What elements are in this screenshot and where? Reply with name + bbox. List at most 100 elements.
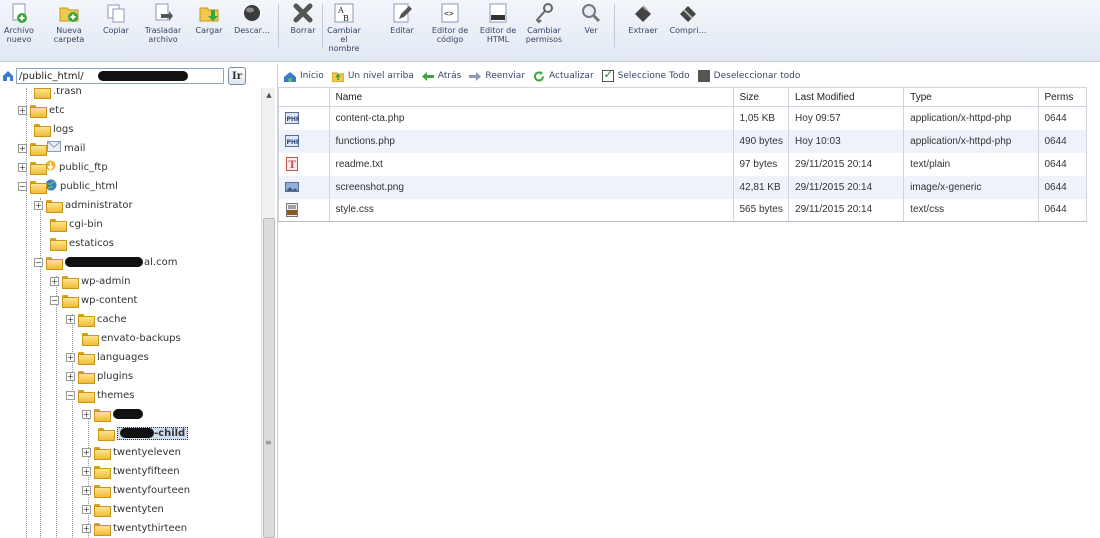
copy-button[interactable]: Copiar xyxy=(100,2,132,35)
tree-item-twentyfifteen[interactable]: + twentyfifteen xyxy=(82,462,180,480)
go-button[interactable]: Ir xyxy=(228,67,246,85)
home-button[interactable]: Inicio xyxy=(284,71,324,82)
tree-guide-line xyxy=(56,276,57,538)
table-row[interactable]: screenshot.png 42,81 KB 29/11/2015 20:14… xyxy=(278,175,1087,199)
file-name[interactable]: readme.txt xyxy=(328,152,734,176)
view-button[interactable]: Ver xyxy=(578,2,604,35)
column-header-last-modified[interactable]: Last Modified xyxy=(788,87,905,107)
navigation-bar: Inicio Un nivel arriba Atrás Reenviar Ac… xyxy=(278,66,1100,86)
expand-icon[interactable]: + xyxy=(66,314,75,324)
tree-item-envato-backups[interactable]: envato-backups xyxy=(70,329,181,347)
redacted-mark xyxy=(98,71,188,81)
tree-item-redacted-theme[interactable]: + xyxy=(82,405,143,423)
tree-item-administrator[interactable]: + administrator xyxy=(34,196,133,214)
extract-button[interactable]: Extraer xyxy=(624,2,662,35)
file-name[interactable]: style.css xyxy=(328,198,734,222)
tree-item-label-text: -child xyxy=(154,427,186,439)
deselect-all-button[interactable]: Deseleccionar todo xyxy=(697,70,800,82)
expand-icon[interactable]: + xyxy=(82,447,91,457)
tree-item-twentyten[interactable]: + twentyten xyxy=(82,500,164,518)
collapse-icon[interactable]: − xyxy=(66,390,75,400)
tree-item-twentythirteen[interactable]: + twentythirteen xyxy=(82,519,187,537)
tree-item-public-ftp[interactable]: + public_ftp xyxy=(18,158,108,176)
expand-icon[interactable]: + xyxy=(82,466,91,476)
upload-button[interactable]: Cargar xyxy=(194,2,224,35)
tree-scrollbar[interactable]: ▲ ≡ xyxy=(261,88,275,538)
expand-icon[interactable]: + xyxy=(18,143,27,153)
compress-button[interactable]: Compri… xyxy=(668,2,708,35)
tree-item-plugins[interactable]: + plugins xyxy=(66,367,133,385)
code-editor-button[interactable]: <> Editor de código xyxy=(428,2,472,44)
column-header-type[interactable]: Type xyxy=(903,87,1039,107)
expand-icon[interactable]: + xyxy=(82,504,91,514)
html-editor-button[interactable]: Editor de HTML xyxy=(478,2,518,44)
column-header-perms[interactable]: Perms xyxy=(1037,87,1087,107)
folder-icon xyxy=(30,142,47,156)
column-header-name[interactable]: Name xyxy=(328,87,734,107)
expand-icon[interactable]: + xyxy=(18,162,27,172)
download-button[interactable]: Descar… xyxy=(232,2,272,35)
expand-icon[interactable]: + xyxy=(82,409,91,419)
tree-item-wp-content[interactable]: − wp-content xyxy=(50,291,137,309)
tree-item-languages[interactable]: + languages xyxy=(66,348,149,366)
expand-icon[interactable]: + xyxy=(34,200,43,210)
file-perms[interactable]: 0644 xyxy=(1037,198,1087,222)
rename-button[interactable]: AB Cambiar el nombre xyxy=(324,2,364,53)
select-all-button[interactable]: Seleccione Todo xyxy=(601,68,690,82)
collapse-icon[interactable]: − xyxy=(34,257,43,267)
file-name[interactable]: screenshot.png xyxy=(328,175,734,199)
expand-icon[interactable]: + xyxy=(66,371,75,381)
reload-button[interactable]: Actualizar xyxy=(533,70,594,82)
expand-icon[interactable]: + xyxy=(82,523,91,533)
expand-icon[interactable]: + xyxy=(18,105,27,115)
new-file-button[interactable]: Archivo nuevo xyxy=(2,2,36,44)
expand-icon[interactable]: + xyxy=(66,352,75,362)
delete-button[interactable]: Borrar xyxy=(286,2,320,35)
change-permissions-button[interactable]: Cambiar permisos xyxy=(522,2,566,44)
folder-icon xyxy=(30,104,47,118)
tree-item-wp-admin[interactable]: + wp-admin xyxy=(50,272,130,290)
scroll-up-arrow-icon[interactable]: ▲ xyxy=(262,88,276,102)
folder-icon xyxy=(50,218,67,232)
forward-button[interactable]: Reenviar xyxy=(469,71,525,82)
file-perms[interactable]: 0644 xyxy=(1037,152,1087,176)
expand-icon[interactable]: + xyxy=(82,485,91,495)
file-name[interactable]: content-cta.php xyxy=(328,106,734,130)
collapse-icon[interactable]: − xyxy=(18,181,27,191)
tree-item-twentyfourteen[interactable]: + twentyfourteen xyxy=(82,481,190,499)
php-file-icon: PHP xyxy=(285,111,301,125)
tree-item-themes[interactable]: − themes xyxy=(66,386,135,404)
tree-item-child-theme[interactable]: -child xyxy=(86,424,189,442)
tree-item-estaticos[interactable]: estaticos xyxy=(38,234,114,252)
file-perms[interactable]: 0644 xyxy=(1037,175,1087,199)
expand-icon[interactable]: + xyxy=(50,276,59,286)
tree-item-mail[interactable]: + mail xyxy=(18,139,85,157)
new-file-icon xyxy=(8,2,30,24)
collapse-icon[interactable]: − xyxy=(50,295,59,305)
column-header-size[interactable]: Size xyxy=(732,87,790,107)
move-file-button[interactable]: Trasladar archivo xyxy=(140,2,186,44)
edit-button[interactable]: Editar xyxy=(386,2,418,35)
tree-item-cache[interactable]: + cache xyxy=(66,310,127,328)
new-folder-button[interactable]: Nueva carpeta xyxy=(52,2,86,44)
file-size: 565 bytes xyxy=(732,198,790,222)
table-row[interactable]: PHP content-cta.php 1,05 KB Hoy 09:57 ap… xyxy=(278,106,1087,130)
up-one-level-button[interactable]: Un nivel arriba xyxy=(331,71,414,82)
file-perms[interactable]: 0644 xyxy=(1037,106,1087,130)
tree-item-trash[interactable]: .trash xyxy=(22,88,82,100)
tree-item-logs[interactable]: logs xyxy=(22,120,73,138)
tree-item-public-html[interactable]: − public_html xyxy=(18,177,118,195)
file-perms[interactable]: 0644 xyxy=(1037,129,1087,153)
file-name[interactable]: functions.php xyxy=(328,129,734,153)
table-row[interactable]: style.css 565 bytes 29/11/2015 20:14 tex… xyxy=(278,198,1087,222)
tree-item-domain[interactable]: − al.com xyxy=(34,253,177,271)
tree-item-twentyeleven[interactable]: + twentyeleven xyxy=(82,443,181,461)
scroll-thumb[interactable] xyxy=(263,218,275,538)
tree-item-cgi-bin[interactable]: cgi-bin xyxy=(38,215,103,233)
home-path-icon xyxy=(2,69,15,85)
folder-icon xyxy=(94,484,111,498)
table-row[interactable]: T readme.txt 97 bytes 29/11/2015 20:14 t… xyxy=(278,152,1087,176)
tree-item-etc[interactable]: + etc xyxy=(18,101,65,119)
back-button[interactable]: Atrás xyxy=(421,71,461,82)
table-row[interactable]: PHP functions.php 490 bytes Hoy 10:03 ap… xyxy=(278,129,1087,153)
